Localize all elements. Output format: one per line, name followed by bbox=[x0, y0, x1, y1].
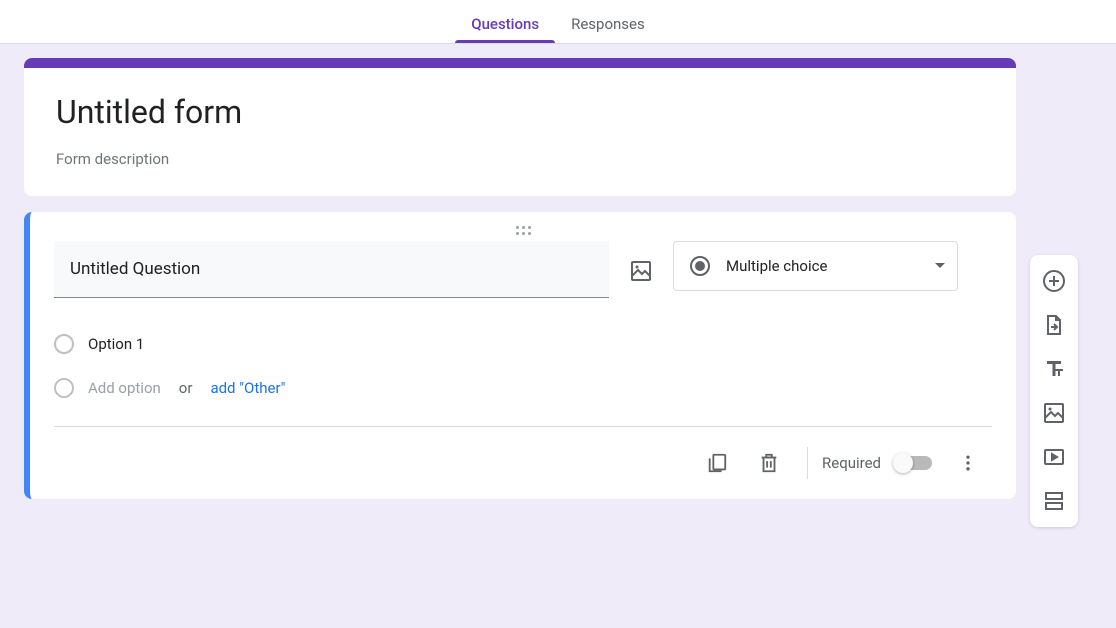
tab-questions[interactable]: Questions bbox=[455, 15, 555, 43]
add-question-button[interactable] bbox=[1034, 261, 1074, 301]
required-label: Required bbox=[822, 454, 881, 472]
tab-responses[interactable]: Responses bbox=[555, 15, 661, 43]
add-video-button[interactable] bbox=[1034, 437, 1074, 477]
duplicate-icon bbox=[706, 452, 728, 474]
option-text-input[interactable]: Option 1 bbox=[88, 335, 144, 353]
required-toggle[interactable] bbox=[895, 456, 932, 470]
sidebar-tools bbox=[1030, 255, 1078, 527]
import-questions-button[interactable] bbox=[1034, 305, 1074, 345]
question-title-input[interactable] bbox=[54, 241, 609, 298]
more-options-button[interactable] bbox=[944, 439, 992, 487]
drag-dots-icon bbox=[516, 226, 531, 235]
add-option-row: Add option or add "Other" bbox=[54, 366, 992, 426]
section-icon bbox=[1042, 489, 1066, 513]
content-area: Untitled form Form description bbox=[0, 44, 1116, 541]
divider bbox=[807, 447, 808, 479]
drag-handle[interactable] bbox=[54, 224, 992, 241]
question-card: Multiple choice Option 1 Add option or a… bbox=[24, 212, 1016, 499]
text-icon bbox=[1042, 357, 1066, 381]
form-header-card: Untitled form Form description bbox=[24, 58, 1016, 196]
image-icon bbox=[1042, 401, 1066, 425]
add-other-button[interactable]: add "Other" bbox=[210, 379, 285, 397]
delete-button[interactable] bbox=[745, 439, 793, 487]
toggle-thumb bbox=[893, 453, 913, 473]
radio-circle-icon bbox=[54, 378, 74, 398]
add-title-button[interactable] bbox=[1034, 349, 1074, 389]
radio-icon bbox=[690, 256, 710, 276]
form-description-input[interactable]: Form description bbox=[56, 150, 992, 168]
form-column: Untitled form Form description bbox=[24, 58, 1016, 527]
radio-circle-icon bbox=[54, 334, 74, 354]
question-type-dropdown[interactable]: Multiple choice bbox=[673, 241, 958, 291]
plus-circle-icon bbox=[1042, 269, 1066, 293]
tabs-bar: Questions Responses bbox=[0, 0, 1116, 44]
add-section-button[interactable] bbox=[1034, 481, 1074, 521]
add-image-button[interactable] bbox=[629, 259, 653, 283]
add-option-button[interactable]: Add option bbox=[88, 379, 161, 397]
chevron-down-icon bbox=[935, 263, 945, 268]
add-image-tool-button[interactable] bbox=[1034, 393, 1074, 433]
question-footer: Required bbox=[54, 426, 992, 499]
trash-icon bbox=[758, 452, 780, 474]
form-title-input[interactable]: Untitled form bbox=[56, 92, 992, 134]
option-row: Option 1 bbox=[54, 322, 992, 366]
question-header-row: Multiple choice bbox=[54, 241, 992, 298]
or-text: or bbox=[179, 379, 193, 397]
image-icon bbox=[629, 259, 653, 283]
duplicate-button[interactable] bbox=[693, 439, 741, 487]
more-vertical-icon bbox=[958, 453, 978, 473]
import-icon bbox=[1042, 313, 1066, 337]
question-type-label: Multiple choice bbox=[726, 257, 919, 275]
video-icon bbox=[1042, 445, 1066, 469]
